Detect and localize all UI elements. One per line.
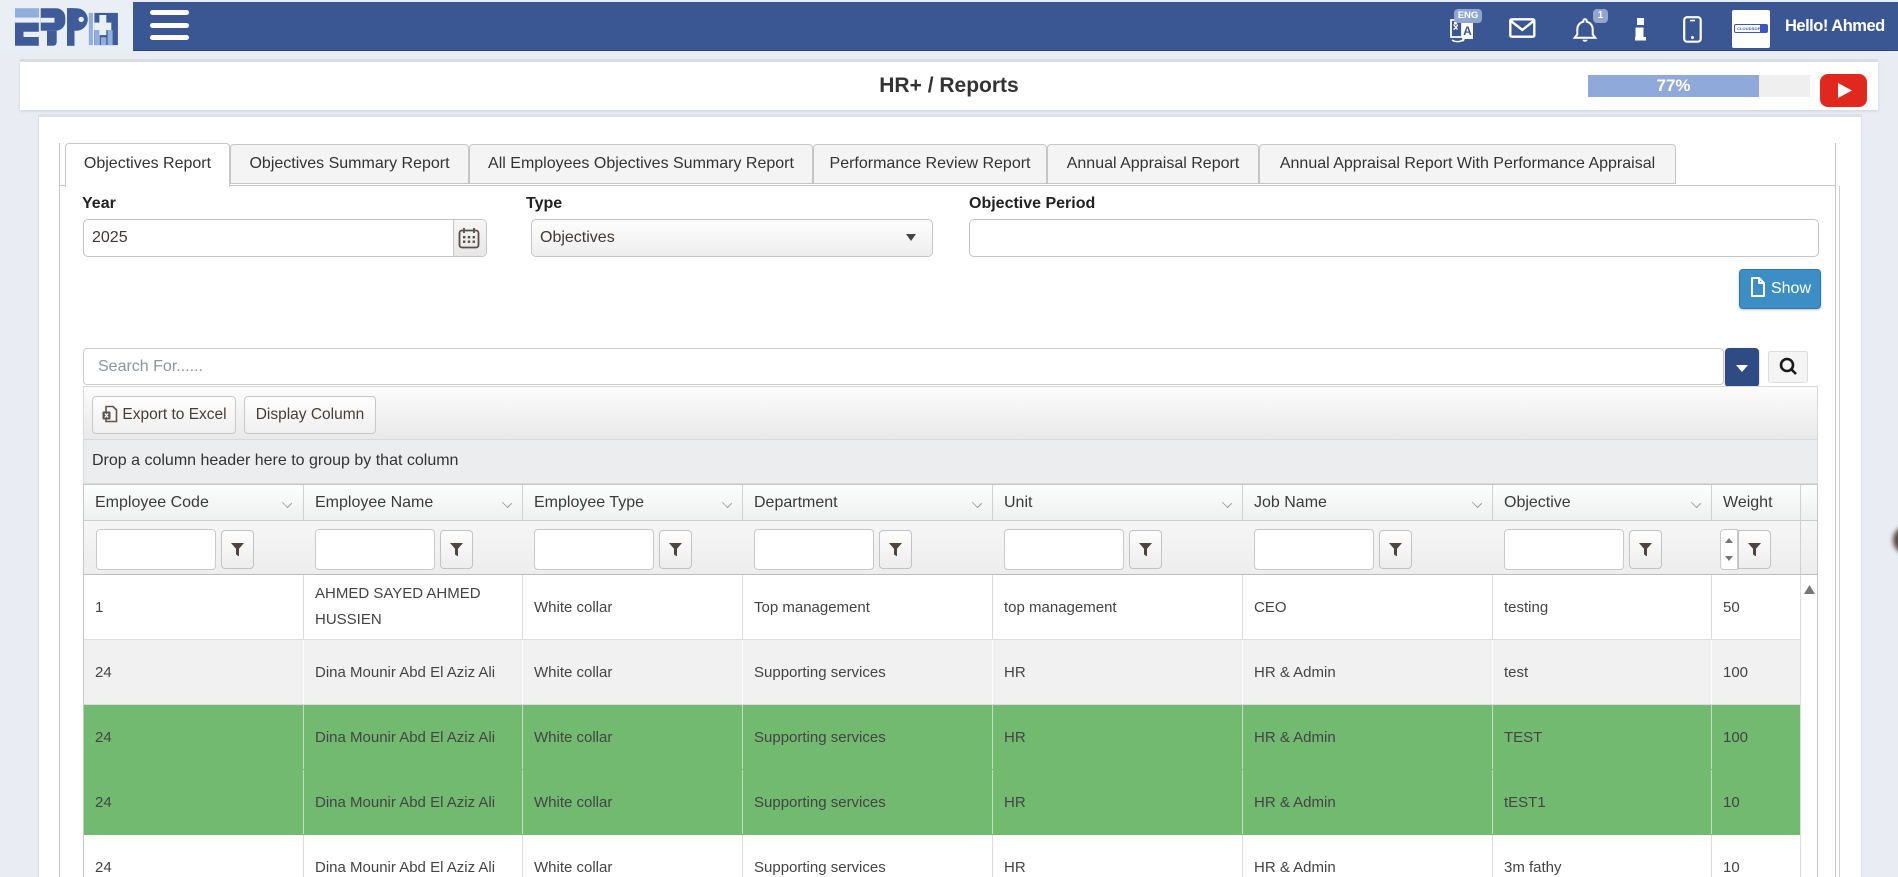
svg-text:A: A — [1463, 24, 1472, 38]
